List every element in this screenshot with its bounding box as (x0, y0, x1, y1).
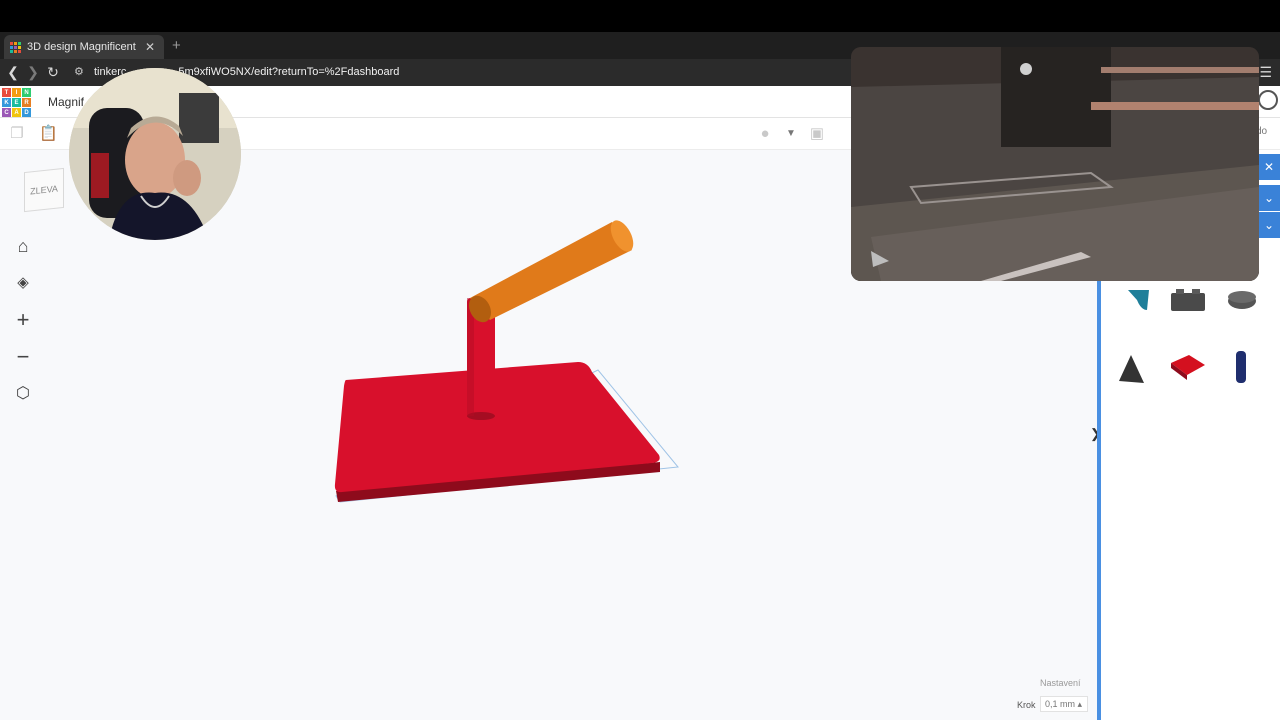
panel-dropdown-1[interactable]: ⌄ (1258, 185, 1280, 211)
logo-letter: T (2, 88, 11, 97)
ortho-view-icon[interactable]: ⬡ (8, 379, 38, 409)
tab-title: 3D design Magnificent Migelo-K (27, 41, 139, 53)
panel-close-button[interactable]: ✕ (1258, 154, 1280, 180)
shape-round-roof[interactable] (1228, 291, 1256, 309)
logo-letter: N (22, 88, 31, 97)
panel-dropdown-2[interactable]: ⌄ (1258, 212, 1280, 238)
tinkercad-favicon-icon (10, 41, 21, 53)
logo-letter: K (2, 98, 11, 107)
snap-grid-select[interactable]: 0,1 mm ▴ (1040, 696, 1088, 712)
tinkercad-logo[interactable]: TIN KER CAD (2, 88, 31, 117)
reload-button[interactable]: ↻ (44, 64, 62, 81)
logo-letter: D (22, 108, 31, 117)
group-icon[interactable]: ▣ (808, 125, 826, 143)
lightbulb-icon[interactable]: ● (756, 125, 774, 143)
shape-brick-dark[interactable] (1171, 289, 1205, 311)
webcam-person-image (69, 68, 241, 240)
browser-menu-icon[interactable]: ☰ (1259, 64, 1272, 81)
printer-camera-overlay (851, 47, 1259, 281)
printer-camera-image (851, 47, 1259, 281)
zoom-out-button[interactable]: − (8, 342, 38, 372)
logo-letter: A (12, 108, 21, 117)
settings-link[interactable]: Nastavení (1040, 678, 1081, 688)
forward-button[interactable]: ❯ (24, 64, 42, 81)
shape-roof-teal[interactable] (1128, 290, 1149, 310)
logo-letter: C (2, 108, 11, 117)
design-name[interactable]: Magnif (48, 95, 84, 109)
letterbox (0, 0, 1280, 32)
view-cube[interactable]: ZLEVA (24, 167, 64, 213)
shape-navy-cylinder[interactable] (1236, 351, 1246, 383)
view-cube-label: ZLEVA (30, 183, 58, 197)
fit-view-icon[interactable]: ◈ (8, 268, 38, 298)
site-settings-icon[interactable]: ⚙ (74, 65, 84, 78)
copy-icon[interactable]: ❐ (8, 125, 26, 143)
paste-icon[interactable]: 📋 (39, 125, 58, 143)
screen: 3D design Magnificent Migelo-K ✕ + ❮ ❯ ↻… (0, 0, 1280, 720)
snap-grid-label: Krok (1017, 700, 1036, 710)
webcam-overlay (69, 68, 241, 240)
logo-letter: R (22, 98, 31, 107)
chevron-down-icon[interactable]: ▼ (782, 125, 800, 143)
tab-close-icon[interactable]: ✕ (145, 40, 155, 54)
shape-red-brick[interactable] (1171, 355, 1205, 380)
home-view-icon[interactable]: ⌂ (8, 231, 38, 261)
zoom-in-button[interactable]: + (8, 305, 38, 335)
handle[interactable] (465, 217, 638, 326)
logo-letter: I (12, 88, 21, 97)
snap-grid-value: 0,1 mm (1045, 699, 1076, 709)
new-tab-button[interactable]: + (172, 37, 181, 54)
user-avatar[interactable] (1258, 90, 1278, 110)
browser-tab[interactable]: 3D design Magnificent Migelo-K ✕ (4, 35, 164, 59)
logo-letter: E (12, 98, 21, 107)
back-button[interactable]: ❮ (4, 64, 22, 81)
shape-pyramid[interactable] (1119, 355, 1144, 383)
